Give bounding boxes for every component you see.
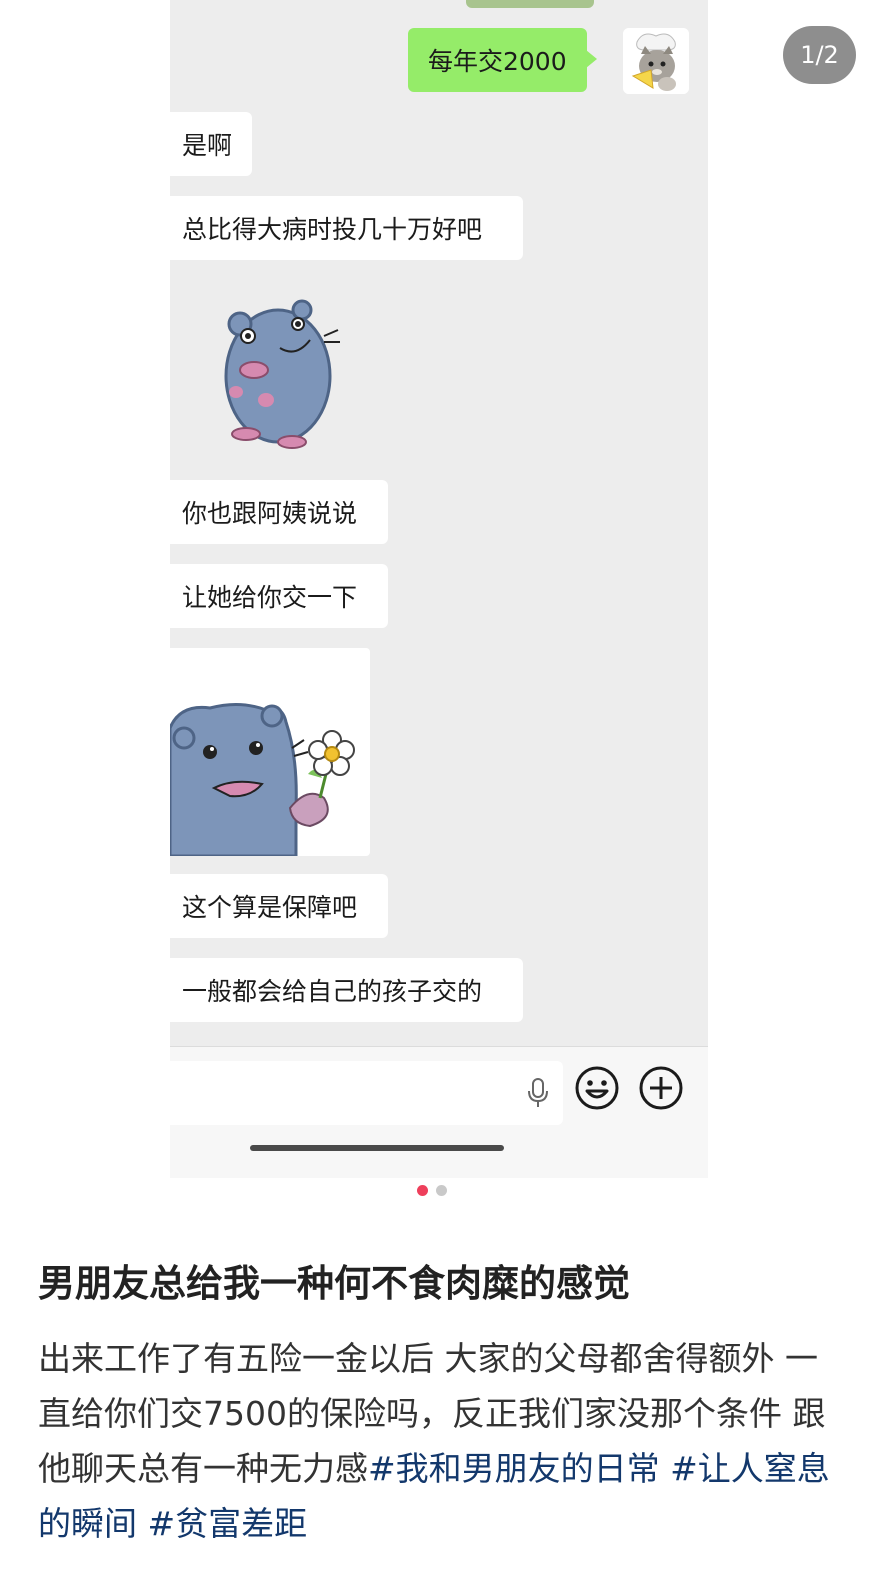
message-text: 这个算是保障吧 [182,893,358,922]
message-bubble: 一般都会给自己的孩子交的 [170,958,523,1022]
blue-hamster-sticker [224,296,344,458]
hashtag-link[interactable]: #我和男朋友的日常 [368,1449,660,1488]
message-text: 一般都会给自己的孩子交的 [182,977,483,1006]
sticker-fragment [466,0,594,8]
hamster-with-flower-sticker [170,648,370,858]
message-text: 是啊 [182,131,233,160]
my-message-bubble: 每年交2000 [408,28,597,92]
message-text: 你也跟阿姨说说 [182,499,358,528]
message-text: 总比得大病时投几十万好吧 [182,215,483,244]
cat-chef-avatar [623,28,689,94]
image-page-indicator: 1/2 [783,26,856,84]
chat-screenshot: 每年交2000 是啊 总比得大病时投几十万好吧 你也跟阿姨说说 让她给你交一下 … [170,0,708,1178]
message-bubble: 总比得大病时投几十万好吧 [170,196,523,260]
post-body: 出来工作了有五险一金以后 大家的父母都舍得额外 一直给你们交7500的保险吗，反… [38,1331,848,1551]
plus-icon[interactable] [638,1065,684,1115]
chat-input-bar [170,1046,708,1178]
microphone-icon[interactable] [525,1077,551,1113]
emoji-icon[interactable] [574,1065,620,1115]
message-input[interactable] [170,1061,563,1125]
hashtag-link[interactable]: #贫富差距 [148,1504,308,1543]
my-message-text: 每年交2000 [428,47,567,76]
message-bubble: 是啊 [170,112,252,176]
carousel-dot[interactable] [436,1185,447,1196]
message-bubble: 这个算是保障吧 [170,874,388,938]
message-bubble: 你也跟阿姨说说 [170,480,388,544]
carousel-dot-active[interactable] [417,1185,428,1196]
post-title: 男朋友总给我一种何不食肉糜的感觉 [38,1262,630,1305]
message-text: 让她给你交一下 [182,583,358,612]
message-bubble: 让她给你交一下 [170,564,388,628]
carousel-dots [417,1185,447,1196]
home-indicator [250,1145,504,1151]
